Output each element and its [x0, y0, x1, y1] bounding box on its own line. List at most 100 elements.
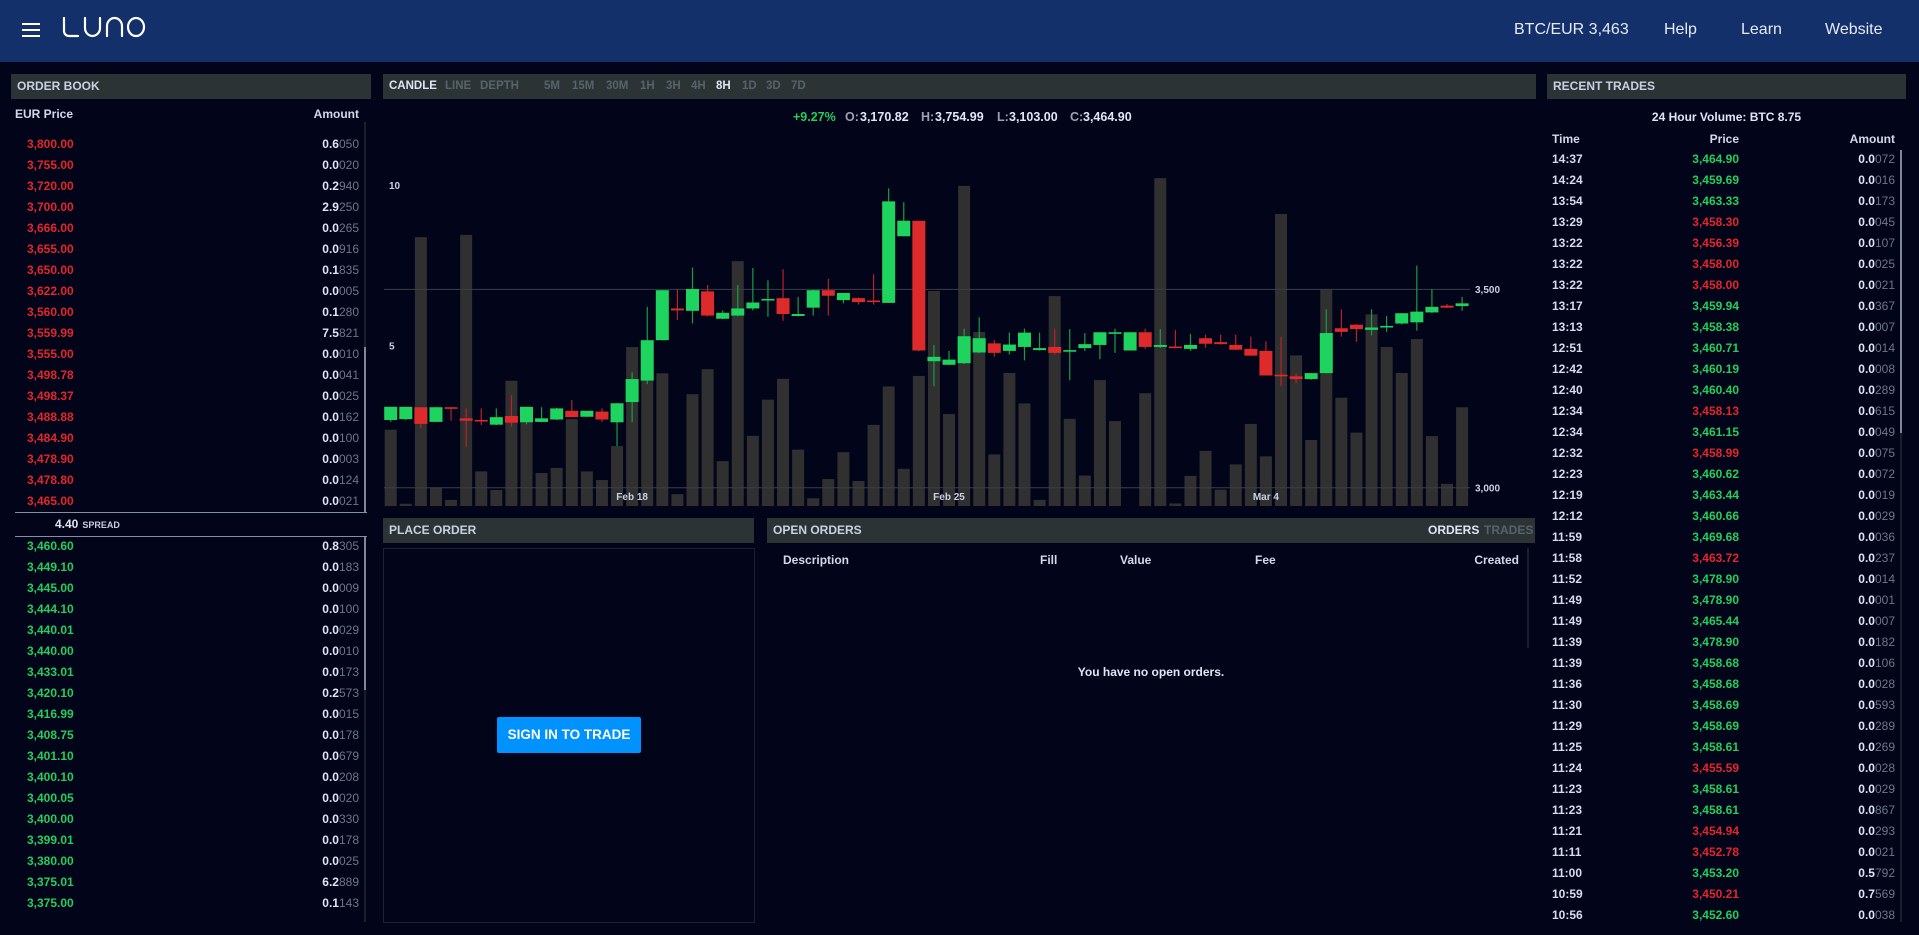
- nav-website[interactable]: Website: [1825, 20, 1883, 40]
- ask-row[interactable]: 3,478.80 0.0124: [11, 470, 371, 491]
- ask-row[interactable]: 3,800.00 0.6050: [11, 134, 371, 155]
- bid-row[interactable]: 3,445.00 0.0009: [11, 578, 371, 599]
- bids-scrollbar-track[interactable]: [364, 690, 366, 922]
- recent-trades-scrollbar-track[interactable]: [1900, 433, 1902, 922]
- bid-row-price: 3,375.00: [27, 896, 74, 910]
- interval-30m[interactable]: 30M: [606, 74, 628, 99]
- ask-row[interactable]: 3,484.90 0.0100: [11, 428, 371, 449]
- ask-row[interactable]: 3,622.00 0.0005: [11, 281, 371, 302]
- open-orders-tab-trades[interactable]: TRADES: [1484, 518, 1533, 543]
- candle-body-up: [806, 290, 820, 308]
- bid-row[interactable]: 3,444.10 0.0100: [11, 599, 371, 620]
- nav-help[interactable]: Help: [1664, 20, 1697, 40]
- bids-list[interactable]: 3,460.60 0.8305 3,449.10 0.0183 3,445.00 0.00…: [11, 536, 371, 926]
- asks-list[interactable]: 3,800.00 0.6050 3,755.00 0.0020 3,720.00 0.29…: [11, 122, 371, 512]
- bid-row-price: 3,400.00: [27, 812, 74, 826]
- bid-row[interactable]: 3,399.01 0.0178: [11, 830, 371, 851]
- trade-time: 11:58: [1552, 551, 1583, 565]
- ask-row[interactable]: 3,700.00 2.9250: [11, 197, 371, 218]
- ask-row[interactable]: 3,498.37 0.0025: [11, 386, 371, 407]
- bid-row[interactable]: 3,401.10 0.0679: [11, 746, 371, 767]
- candlestick-chart[interactable]: 3,500 3,000 10 5 Feb 18 Feb 25 Mar 4: [383, 99, 1536, 512]
- bid-row[interactable]: 3,400.05 0.0020: [11, 788, 371, 809]
- recent-trades-list[interactable]: 14:37 3,464.90 0.0072 14:24 3,459.69 0.0016 13…: [1547, 149, 1906, 926]
- ask-row[interactable]: 3,465.00 0.0021: [11, 491, 371, 512]
- recent-trades-title: RECENT TRADES: [1553, 79, 1656, 93]
- asks-scrollbar-thumb[interactable]: [364, 347, 366, 512]
- chart-type-candle[interactable]: CANDLE: [389, 74, 437, 99]
- volume-bar: [1139, 393, 1152, 506]
- interval-5m[interactable]: 5M: [544, 74, 560, 99]
- ask-row[interactable]: 3,478.90 0.0003: [11, 449, 371, 470]
- bid-row-amount: 6.2889: [322, 872, 359, 893]
- bid-row[interactable]: 3,416.99 0.0015: [11, 704, 371, 725]
- trade-row: 11:49 3,465.44 0.0007: [1547, 611, 1906, 632]
- bid-row[interactable]: 3,420.10 0.2573: [11, 683, 371, 704]
- bid-row[interactable]: 3,400.00 0.0330: [11, 809, 371, 830]
- amount-minor-digits: 029: [1874, 782, 1895, 796]
- amount-major-digits: 0.0: [1858, 278, 1875, 292]
- interval-8h[interactable]: 8H: [716, 74, 731, 99]
- bid-row[interactable]: 3,408.75 0.0178: [11, 725, 371, 746]
- interval-3d[interactable]: 3D: [766, 74, 781, 99]
- trade-time: 11:29: [1552, 719, 1583, 733]
- ask-row[interactable]: 3,650.00 0.1835: [11, 260, 371, 281]
- trade-row: 11:30 3,458.69 0.0593: [1547, 695, 1906, 716]
- ask-row[interactable]: 3,488.88 0.0162: [11, 407, 371, 428]
- amount-minor-digits: 265: [338, 221, 359, 235]
- amount-major-digits: 0.0: [1858, 404, 1875, 418]
- bid-row[interactable]: 3,380.00 0.0025: [11, 851, 371, 872]
- trade-time: 13:22: [1552, 236, 1583, 250]
- bid-row[interactable]: 3,433.01 0.0173: [11, 662, 371, 683]
- bid-row[interactable]: 3,375.00 0.1143: [11, 893, 371, 914]
- chart-type-line[interactable]: LINE: [445, 74, 471, 99]
- amount-major-digits: 0.0: [322, 560, 339, 574]
- price-axis-label: 3,000: [1475, 483, 1500, 494]
- ask-row[interactable]: 3,666.00 0.0265: [11, 218, 371, 239]
- amount-minor-digits: 889: [338, 875, 359, 889]
- open-orders-tab-orders[interactable]: ORDERS: [1428, 518, 1479, 543]
- candle-body-down: [1214, 342, 1228, 345]
- volume-bar: [716, 461, 729, 506]
- luno-logo[interactable]: [62, 16, 146, 38]
- bids-scrollbar-thumb[interactable]: [364, 537, 366, 690]
- ask-row[interactable]: 3,560.00 0.1280: [11, 302, 371, 323]
- ask-row[interactable]: 3,720.00 0.2940: [11, 176, 371, 197]
- interval-7d[interactable]: 7D: [791, 74, 806, 99]
- chart-type-depth[interactable]: DEPTH: [480, 74, 519, 99]
- amount-major-digits: 0.7: [1858, 887, 1875, 901]
- interval-4h[interactable]: 4H: [691, 74, 706, 99]
- trade-time: 14:37: [1552, 152, 1583, 166]
- ticker-btc-eur[interactable]: BTC/EUR 3,463: [1514, 20, 1629, 40]
- bid-row[interactable]: 3,375.01 6.2889: [11, 872, 371, 893]
- bid-row[interactable]: 3,460.60 0.8305: [11, 536, 371, 557]
- bid-row[interactable]: 3,400.10 0.0208: [11, 767, 371, 788]
- trade-price: 3,464.90: [1692, 152, 1739, 166]
- trade-amount: 0.0289: [1858, 716, 1895, 737]
- interval-3h[interactable]: 3H: [666, 74, 681, 99]
- ask-row[interactable]: 3,498.78 0.0041: [11, 365, 371, 386]
- date-axis-label: Mar 4: [1253, 492, 1280, 503]
- interval-1d[interactable]: 1D: [742, 74, 757, 99]
- spread-value: 4.40: [55, 517, 79, 531]
- bid-row[interactable]: 3,440.01 0.0029: [11, 620, 371, 641]
- hamburger-menu-icon[interactable]: [22, 23, 40, 37]
- open-orders-scrollbar[interactable]: [1527, 548, 1529, 648]
- bid-row[interactable]: 3,440.00 0.0010: [11, 641, 371, 662]
- candle-body-up: [972, 338, 986, 353]
- bid-row[interactable]: 3,449.10 0.0183: [11, 557, 371, 578]
- order-book-title: ORDER BOOK: [17, 79, 100, 93]
- bid-row-amount: 0.2573: [322, 683, 359, 704]
- interval-1h[interactable]: 1H: [640, 74, 655, 99]
- nav-learn[interactable]: Learn: [1741, 20, 1782, 40]
- ask-row[interactable]: 3,655.00 0.0916: [11, 239, 371, 260]
- order-book-col-amount: Amount: [313, 107, 359, 121]
- recent-trades-scrollbar-thumb[interactable]: [1900, 150, 1902, 433]
- interval-15m[interactable]: 15M: [572, 74, 594, 99]
- ask-row[interactable]: 3,559.99 7.5821: [11, 323, 371, 344]
- ask-row[interactable]: 3,755.00 0.0020: [11, 155, 371, 176]
- asks-scrollbar-track[interactable]: [364, 122, 366, 347]
- ask-row[interactable]: 3,555.00 0.0010: [11, 344, 371, 365]
- amount-minor-digits: 009: [338, 581, 359, 595]
- sign-in-to-trade-button[interactable]: SIGN IN TO TRADE: [497, 717, 641, 753]
